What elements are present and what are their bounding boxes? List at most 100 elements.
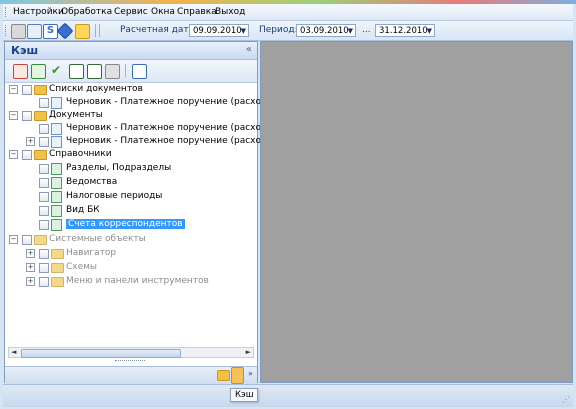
tree-checkbox[interactable]	[39, 178, 49, 188]
check-icon[interactable]: ✔	[51, 64, 64, 77]
workspace-area	[260, 41, 573, 383]
tree-item[interactable]: Разделы, Подразделы	[9, 162, 255, 175]
tree-item-label: Черновик - Платежное поручение (расходн	[66, 97, 274, 107]
document-icon	[51, 97, 62, 109]
menu-exit[interactable]: Выход	[215, 6, 245, 18]
expand-toggle[interactable]: +	[26, 263, 35, 272]
tree-checkbox[interactable]	[39, 124, 49, 134]
more-icon[interactable]: »	[248, 369, 253, 378]
collapse-icon[interactable]: «	[246, 44, 252, 55]
menu-service[interactable]: Сервис	[114, 6, 148, 18]
period-to-combo[interactable]: 31.12.2010 ▼	[375, 24, 435, 37]
expand-toggle[interactable]: +	[26, 137, 35, 146]
chevron-down-icon[interactable]: ▼	[427, 25, 432, 38]
cache-panel: Кэш « ✔ − Списки документов Черновик - П…	[4, 41, 273, 384]
scrollbar-thumb[interactable]	[21, 349, 181, 358]
tools-icon[interactable]	[11, 24, 26, 39]
window-icon[interactable]	[27, 24, 42, 39]
folder-icon[interactable]	[217, 370, 230, 381]
menu-processing[interactable]: Обработка	[61, 6, 112, 18]
menu-help[interactable]: Справка	[177, 6, 217, 18]
tree-checkbox[interactable]	[22, 150, 32, 160]
menu-bar: Настройки Обработка Сервис Окна Справка …	[3, 4, 573, 21]
tree-checkbox[interactable]	[39, 249, 49, 259]
clipboard-icon[interactable]	[69, 64, 84, 79]
expand-toggle[interactable]: +	[26, 277, 35, 286]
info-icon[interactable]	[56, 22, 74, 40]
tree-checkbox[interactable]	[39, 277, 49, 287]
tree-item-label: Вид БК	[66, 205, 100, 215]
tree-checkbox[interactable]	[22, 111, 32, 121]
tree-checkbox[interactable]	[22, 85, 32, 95]
calc-date-combo[interactable]: 09.09.2010 ▼	[189, 24, 249, 37]
reference-icon	[51, 163, 62, 175]
tree-checkbox[interactable]	[39, 192, 49, 202]
export-icon[interactable]	[13, 64, 28, 79]
window-icon[interactable]	[132, 64, 147, 79]
tree-checkbox[interactable]	[39, 164, 49, 174]
horizontal-scrollbar[interactable]: ◄ ►	[8, 347, 254, 358]
panel-switcher: »	[5, 366, 257, 384]
panel-splitter[interactable]	[115, 360, 145, 364]
tree-item[interactable]: + Навигатор	[9, 247, 255, 260]
tooltip: Кэш	[230, 388, 259, 402]
tools-icon[interactable]	[105, 64, 120, 79]
reference-icon	[51, 177, 62, 189]
collapse-toggle[interactable]: −	[9, 150, 18, 159]
tree-checkbox[interactable]	[39, 220, 49, 230]
tree-item[interactable]: − Документы	[9, 109, 255, 122]
document-icon	[51, 123, 62, 135]
folder-icon	[34, 150, 47, 160]
tree-checkbox[interactable]	[39, 263, 49, 273]
scroll-right-icon[interactable]: ►	[246, 348, 251, 356]
tree-item[interactable]: Черновик - Платежное поручение (расходн	[9, 96, 273, 109]
scroll-left-icon[interactable]: ◄	[11, 348, 16, 356]
collapse-toggle[interactable]: −	[9, 235, 18, 244]
chevron-down-icon[interactable]: ▼	[241, 25, 246, 38]
folder-icon	[51, 277, 64, 287]
import-icon[interactable]	[31, 64, 46, 79]
resize-grip-icon[interactable]: ⋰	[562, 395, 570, 404]
panel-toolbar: ✔	[5, 60, 257, 83]
clipboard-copy-icon[interactable]	[87, 64, 102, 79]
tree-checkbox[interactable]	[39, 98, 49, 108]
tree-checkbox[interactable]	[22, 235, 32, 245]
refresh-icon[interactable]: S	[43, 24, 58, 39]
tree-checkbox[interactable]	[39, 137, 49, 147]
tree-item[interactable]: − Списки документов	[9, 83, 255, 96]
tree-item-selected[interactable]: Счета корреспондентов	[9, 218, 255, 231]
reference-icon	[51, 219, 62, 231]
tree-item-label: Счета корреспондентов	[66, 219, 185, 229]
tree-item-label: Налоговые периоды	[66, 191, 163, 201]
cache-tree: − Списки документов Черновик - Платежное…	[5, 83, 273, 348]
tree-item[interactable]: Вид БК	[9, 204, 255, 217]
tree-item[interactable]: + Меню и панели инструментов	[9, 275, 255, 288]
toolbar-grip[interactable]	[5, 25, 8, 36]
toolbar-separator	[99, 24, 100, 37]
folder-icon	[34, 85, 47, 95]
tree-item[interactable]: Ведомства	[9, 176, 255, 189]
toolbar-separator	[95, 24, 96, 37]
tree-item[interactable]: Черновик - Платежное поручение (расходн	[9, 122, 273, 135]
collapse-toggle[interactable]: −	[9, 85, 18, 94]
period-from-combo[interactable]: 03.09.2010 ▼	[296, 24, 356, 37]
status-bar	[3, 384, 573, 407]
cache-icon[interactable]	[231, 367, 244, 384]
star-icon[interactable]	[75, 24, 90, 39]
menu-settings[interactable]: Настройки	[13, 6, 64, 18]
reference-icon	[51, 191, 62, 203]
expand-toggle[interactable]: +	[26, 249, 35, 258]
tree-item-label: Справочники	[49, 149, 112, 159]
tree-item[interactable]: + Схемы	[9, 261, 255, 274]
period-from-value: 03.09.2010	[300, 26, 349, 36]
collapse-toggle[interactable]: −	[9, 111, 18, 120]
menubar-grip[interactable]	[5, 7, 8, 17]
tree-item[interactable]: − Системные объекты	[9, 233, 255, 246]
tree-checkbox[interactable]	[39, 206, 49, 216]
tree-item[interactable]: Налоговые периоды	[9, 190, 255, 203]
chevron-down-icon[interactable]: ▼	[348, 25, 353, 38]
tree-item[interactable]: + Черновик - Платежное поручение (расход…	[9, 135, 273, 148]
menu-windows[interactable]: Окна	[151, 6, 175, 18]
document-icon	[51, 136, 62, 148]
tree-item[interactable]: − Справочники	[9, 148, 255, 161]
